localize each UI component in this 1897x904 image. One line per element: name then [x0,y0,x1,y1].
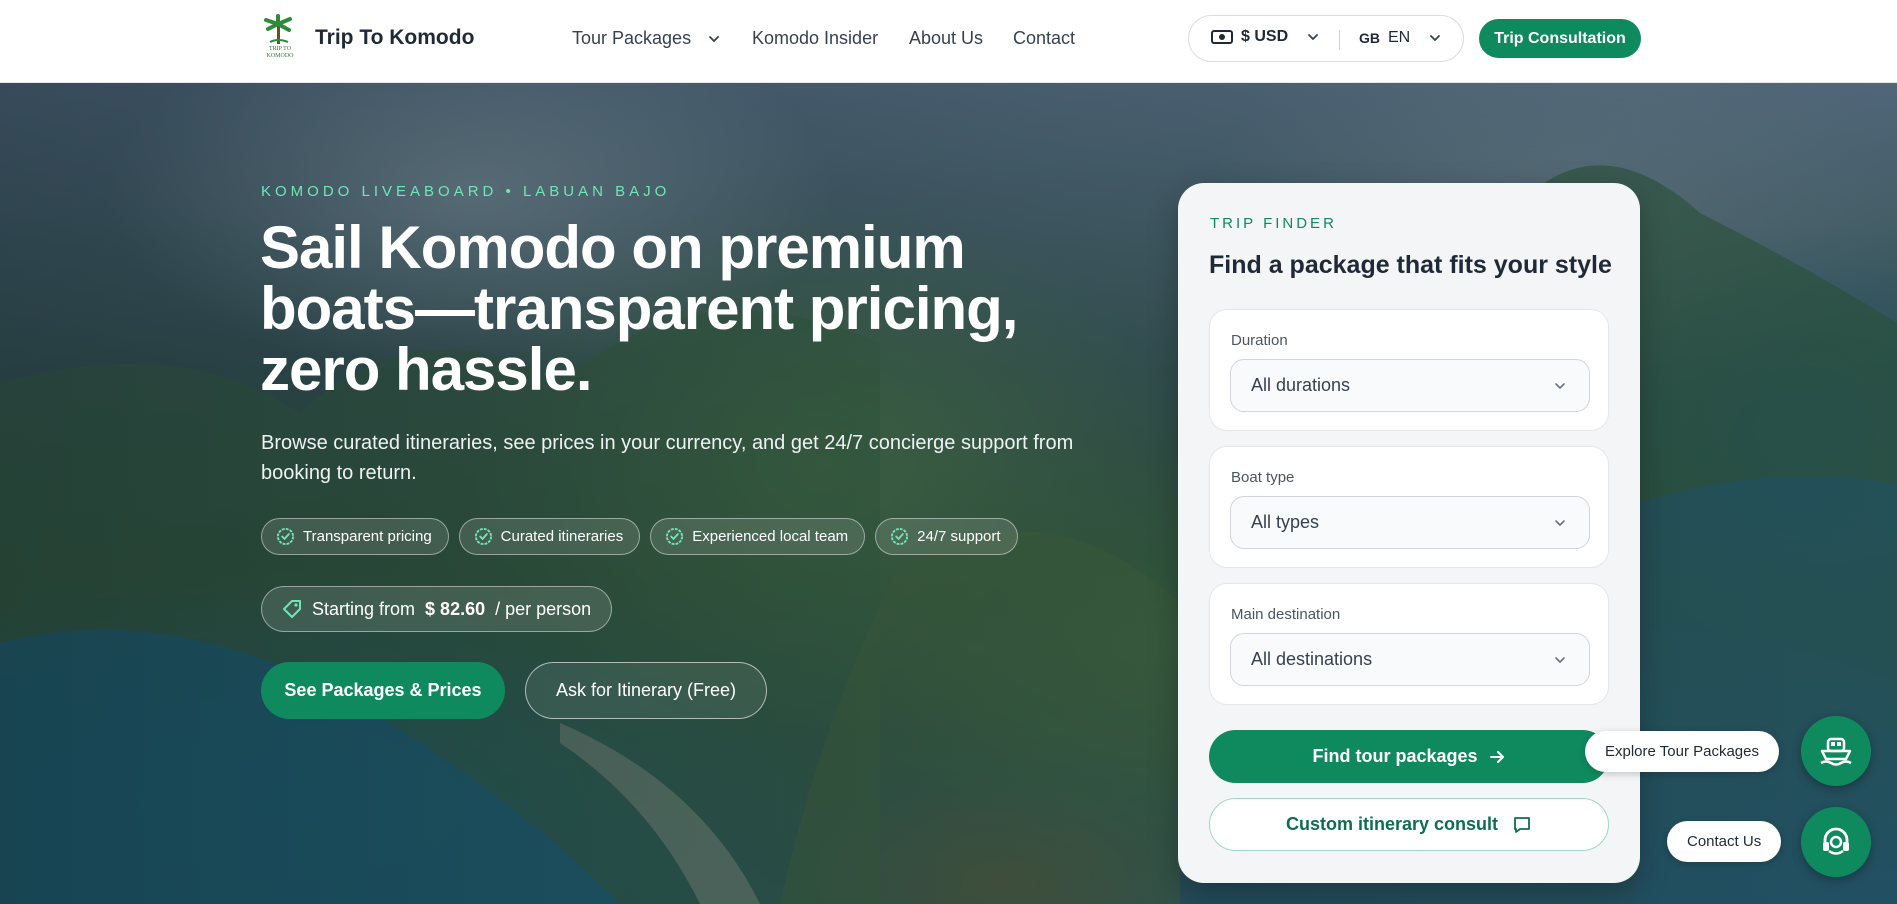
brand-name[interactable]: Trip To Komodo [315,26,474,50]
hero-section: KOMODO LIVEABOARD • LABUAN BAJO Sail Kom… [0,83,1897,904]
hero-headline-line-2: boats—transparent pricing, [260,275,1018,342]
duration-label: Duration [1231,332,1288,349]
feature-chip: 24/7 support [875,518,1018,555]
boat-type-value: All types [1251,512,1320,532]
badge-check-icon [276,527,295,546]
explore-tour-packages-label[interactable]: Explore Tour Packages [1585,731,1779,772]
badge-check-icon [666,527,684,546]
arrow-right-icon [1489,750,1504,763]
boat-type-select[interactable]: All types [1230,496,1590,549]
language-select[interactable]: GB EN [1359,29,1442,47]
explore-tour-packages-fab[interactable] [1801,716,1871,786]
brand-logo[interactable]: TRIP TO KOMODO [258,14,302,60]
starting-price-badge: Starting from $ 82.60 / per person [261,586,613,632]
finder-title: Find a package that fits your style [1209,251,1612,279]
duration-select[interactable]: All durations [1230,359,1590,412]
contact-us-fab[interactable] [1801,807,1871,877]
hero-headline-line-3: zero hassle. [260,336,593,403]
divider [1339,30,1340,50]
destination-value: All destinations [1251,649,1373,669]
duration-value: All durations [1251,375,1351,395]
feature-chips: Transparent pricing Curated itineraries … [261,518,1018,555]
chevron-down-icon [1308,34,1319,41]
money-icon [1211,30,1233,44]
find-tour-packages-button[interactable]: Find tour packages [1209,730,1609,783]
feature-chip: Transparent pricing [261,518,449,555]
hero-subtitle: Browse curated itineraries, see prices i… [261,432,1074,484]
chevron-down-icon [709,35,719,42]
feature-chip: Experienced local team [650,518,866,555]
feature-chip-label: Curated itineraries [500,528,624,545]
destination-label: Main destination [1231,606,1341,623]
price-value: $ 82.60 [425,598,486,619]
nav-about-us[interactable]: About Us [909,28,983,49]
boat-type-label: Boat type [1231,469,1295,486]
destination-select[interactable]: All destinations [1230,633,1590,686]
boat-icon [1820,737,1852,766]
feature-chip-label: 24/7 support [917,528,1001,545]
hero-headline: Sail Komodo on premium boats—transparent… [260,217,1080,400]
locale-selector: $ USD GB EN [1188,15,1464,62]
headset-icon [1823,827,1849,855]
price-suffix: / per person [495,598,592,619]
finder-eyebrow: TRIP FINDER [1210,215,1337,232]
site-header: TRIP TO KOMODO Trip To Komodo Tour Packa… [0,0,1897,83]
chat-bubble-icon [1514,816,1530,833]
nav-tour-packages-label: Tour Packages [572,28,692,48]
hero-eyebrow: KOMODO LIVEABOARD • LABUAN BAJO [261,183,671,200]
custom-itinerary-button[interactable]: Custom itinerary consult [1209,798,1609,851]
flag-gb-icon: GB [1359,30,1380,46]
duration-field: Duration All durations [1209,309,1609,431]
custom-itinerary-label: Custom itinerary consult [1285,814,1499,834]
find-tour-packages-label: Find tour packages [1312,746,1478,766]
feature-chip-label: Transparent pricing [303,528,432,545]
currency-select[interactable]: $ USD [1211,28,1320,46]
currency-label: $ USD [1241,28,1289,45]
price-tag-icon [283,600,301,618]
language-label: EN [1388,29,1411,46]
feature-chip-label: Experienced local team [692,528,849,545]
boat-type-field: Boat type All types [1209,446,1609,568]
trip-consultation-button[interactable]: Trip Consultation [1479,19,1641,58]
nav-tour-packages[interactable]: Tour Packages [572,28,721,49]
chevron-down-icon [1555,657,1565,664]
logo-text: TRIP TO KOMODO [266,46,294,59]
destination-field: Main destination All destinations [1209,583,1609,705]
hero-headline-line-1: Sail Komodo on premium [260,214,966,281]
nav-komodo-insider[interactable]: Komodo Insider [752,28,878,49]
badge-check-icon [891,527,909,546]
feature-chip: Curated itineraries [458,518,641,555]
chevron-down-icon [1430,35,1441,42]
see-packages-button[interactable]: See Packages & Prices [261,662,505,719]
price-prefix: Starting from [312,598,416,619]
chevron-down-icon [1555,520,1565,527]
nav-contact[interactable]: Contact [1013,28,1075,49]
trip-finder-card: TRIP FINDER Find a package that fits you… [1178,183,1640,883]
ask-itinerary-button[interactable]: Ask for Itinerary (Free) [525,662,767,719]
contact-us-label[interactable]: Contact Us [1667,821,1782,862]
badge-check-icon [474,527,492,546]
chevron-down-icon [1555,383,1565,390]
